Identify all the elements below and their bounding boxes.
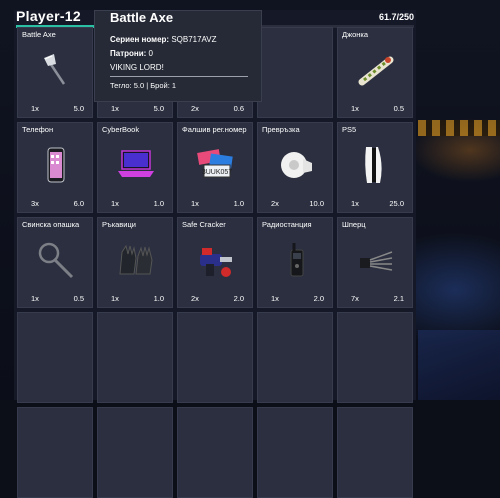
slot-count: 1x [191,199,199,208]
slot-label: Радиостанция [262,220,312,229]
slot-weight: 0.5 [393,104,404,113]
inventory-slot[interactable] [17,407,93,498]
inventory-slot[interactable]: Радиостанция 1x 2.0 [257,217,333,308]
inventory-panel: Player-12 61.7/250 Battle Axe 1x 5.0 1x 5.0 2… [14,8,416,498]
inventory-slot[interactable] [177,312,253,403]
inventory-slot[interactable] [177,407,253,498]
slot-weight: 1.0 [153,294,164,303]
slot-weight: 0.6 [233,104,244,113]
inventory-slot[interactable]: Фалшив рег.номер 3UUK057 1x 1.0 [177,122,253,213]
slot-label: Ръкавици [102,220,136,229]
inventory-slot[interactable]: Safe Cracker 2x 2.0 [177,217,253,308]
slot-weight: 1.0 [153,199,164,208]
inventory-slot[interactable] [337,407,413,498]
item-tooltip: Battle Axe Сериен номер: SQB717AVZ Патро… [94,10,262,102]
slot-count: 2x [191,294,199,303]
tooltip-ammo: Патрони: 0 [110,49,153,58]
console-icon [356,145,396,185]
slot-weight: 0.5 [73,294,84,303]
weight-readout: 61.7/250 [378,12,414,22]
inventory-slot[interactable] [257,27,333,118]
slot-label: Свинска опашка [22,220,80,229]
slot-weight: 1.0 [233,199,244,208]
zip-tie-icon [36,240,76,280]
slot-count: 1x [31,294,39,303]
inventory-slot[interactable]: Шперц 7x 2.1 [337,217,413,308]
tooltip-title: Battle Axe [110,10,174,25]
slot-label: Battle Axe [22,30,56,39]
background-light [418,330,500,400]
slot-label: Телефон [22,125,54,134]
slot-weight: 2.0 [313,294,324,303]
slot-count: 2x [191,104,199,113]
slot-label: CyberBook [102,125,140,134]
slot-count: 3x [31,199,39,208]
slot-count: 1x [351,104,359,113]
gloves-icon [116,240,156,280]
tooltip-ammo-label: Патрони: [110,49,147,58]
slot-count: 1x [31,104,39,113]
inventory-slot[interactable]: Battle Axe 1x 5.0 [17,27,93,118]
inventory-slot[interactable] [337,312,413,403]
tooltip-stats: Тегло: 5.0 | Брой: 1 [110,81,177,90]
slot-count: 1x [111,104,119,113]
slot-count: 7x [351,294,359,303]
inventory-slot[interactable]: CyberBook 1x 1.0 [97,122,173,213]
tooltip-serial-value: SQB717AVZ [171,35,217,44]
inventory-slot[interactable] [257,312,333,403]
inventory-slot[interactable]: Свинска опашка 1x 0.5 [17,217,93,308]
svg-text:3UUK057: 3UUK057 [202,169,232,176]
slot-weight: 6.0 [73,199,84,208]
drill-icon [196,240,236,280]
inventory-slot[interactable] [97,312,173,403]
inventory-slot[interactable]: Ръкавици 1x 1.0 [97,217,173,308]
slot-count: 1x [271,294,279,303]
lockpick-icon [356,240,396,280]
slot-label: Превръзка [262,125,300,134]
inventory-slot[interactable]: Джонка 1x 0.5 [337,27,413,118]
slot-weight: 10.0 [309,199,324,208]
phone-icon [36,145,76,185]
slot-label: Фалшив рег.номер [182,125,247,134]
tooltip-serial: Сериен номер: SQB717AVZ [110,35,217,44]
background-stripe [418,120,500,136]
slot-count: 1x [351,199,359,208]
joint-icon [356,50,396,90]
axe-icon [36,50,76,90]
tooltip-serial-label: Сериен номер: [110,35,170,44]
tooltip-divider [110,76,248,77]
bandage-icon [276,145,316,185]
slot-label: Джонка [342,30,369,39]
inventory-slot[interactable]: Превръзка 2x 10.0 [257,122,333,213]
slot-weight: 2.1 [393,294,404,303]
slot-weight: 25.0 [389,199,404,208]
slot-label: Шперц [342,220,366,229]
slot-weight: 2.0 [233,294,244,303]
slot-count: 2x [271,199,279,208]
slot-count: 1x [111,199,119,208]
slot-weight: 5.0 [153,104,164,113]
inventory-slot[interactable] [97,407,173,498]
inventory-slot[interactable]: PS5 1x 25.0 [337,122,413,213]
inventory-slot[interactable] [257,407,333,498]
slot-count: 1x [111,294,119,303]
slot-weight: 5.0 [73,104,84,113]
inventory-slot[interactable] [17,312,93,403]
radio-icon [276,240,316,280]
player-name: Player-12 [16,8,81,24]
license-plate-icon: 3UUK057 [196,145,236,185]
tooltip-ammo-value: 0 [148,49,153,58]
slot-label: PS5 [342,125,357,134]
laptop-icon [116,145,156,185]
tooltip-engraving: VIKING LORD! [110,63,164,72]
slot-label: Safe Cracker [182,220,226,229]
inventory-slot[interactable]: Телефон 3x 6.0 [17,122,93,213]
